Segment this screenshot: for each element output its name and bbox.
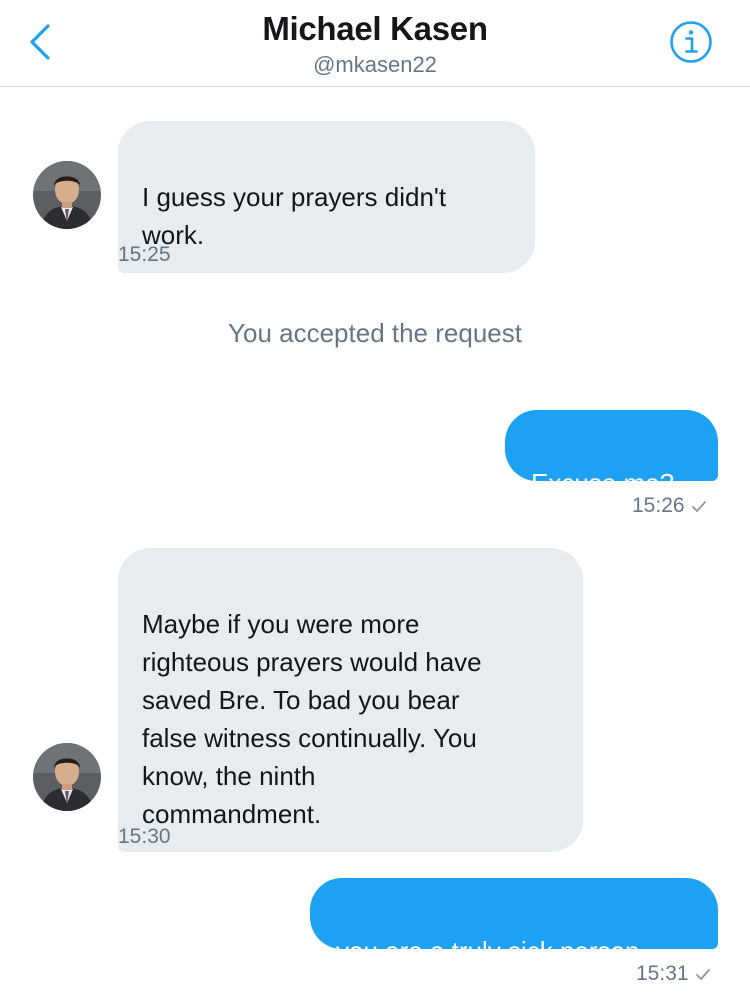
- message-text: I guess your prayers didn't work.: [142, 182, 447, 250]
- contact-handle: @mkasen22: [313, 52, 437, 77]
- message-timestamp: 15:31: [636, 962, 711, 988]
- message-text: Maybe if you were more righteous prayers…: [142, 609, 482, 829]
- info-circle-icon: [669, 20, 713, 69]
- info-button[interactable]: [667, 20, 715, 68]
- message-bubble[interactable]: Excuse me?: [505, 410, 718, 498]
- avatar[interactable]: [33, 743, 101, 811]
- checkmark-icon: [695, 964, 711, 988]
- message-timestamp: 15:26: [632, 494, 707, 520]
- avatar[interactable]: [33, 161, 101, 229]
- message-timestamp: 15:25: [118, 243, 171, 266]
- message-timestamp: 15:30: [118, 825, 171, 848]
- message-text: you are a truly sick person: [336, 936, 640, 966]
- conversation-header: Michael Kasen @mkasen22: [0, 0, 750, 87]
- message-bubble[interactable]: you are a truly sick person: [310, 878, 718, 966]
- system-message: You accepted the request: [228, 318, 522, 348]
- checkmark-icon: [691, 496, 707, 520]
- message-bubble[interactable]: Maybe if you were more righteous prayers…: [118, 548, 583, 852]
- contact-name[interactable]: Michael Kasen: [0, 10, 750, 48]
- message-bubble[interactable]: I guess your prayers didn't work.: [118, 121, 535, 273]
